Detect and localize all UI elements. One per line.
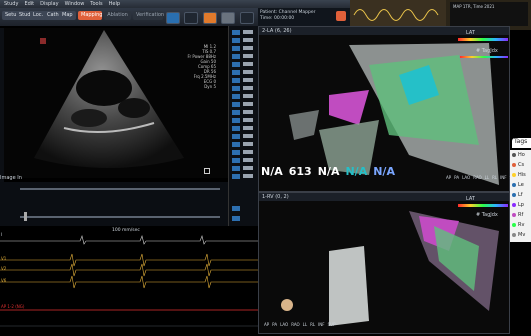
map-panel-top: 2-LA (6, 26) N/A 613 N/A N/A N/A [258, 26, 510, 192]
view-ll[interactable]: LL [485, 175, 489, 180]
tag-item[interactable]: His [510, 170, 531, 180]
value-5: N/A [373, 165, 395, 178]
menu-tools[interactable]: Tools [90, 1, 102, 7]
image-in-label: Image In [0, 175, 22, 181]
menu-display[interactable]: Display [40, 1, 58, 7]
heart-map-bottom [281, 211, 499, 326]
ecg-channel-label-3: V2 [1, 266, 7, 271]
settings-icon[interactable] [184, 12, 198, 24]
value-4: N/A [345, 165, 368, 178]
map-view-icon[interactable] [166, 12, 180, 24]
ultrasound-view: MI 1.2 TIS 0.7 Fr Power 88Hz Gain 50 Com… [4, 28, 234, 178]
menu-window[interactable]: Window [65, 1, 85, 7]
tag-item[interactable]: Rv [510, 220, 531, 230]
value-3: N/A [317, 165, 340, 178]
map-panel-bottom: 1-RV (0, 2) [258, 192, 510, 334]
tag-item[interactable]: Mv [510, 230, 531, 240]
view-sup-2[interactable]: SUP [328, 322, 336, 327]
record-icon[interactable] [203, 12, 217, 24]
view-buttons-bottom: AP PA LAO RAO LL RL INF SUP [264, 322, 336, 327]
view-lao[interactable]: LAO [462, 175, 470, 180]
ecg-channel-label-2: V1 [1, 256, 7, 261]
tags-header[interactable]: Tags [512, 138, 531, 148]
ecg-panel: 100 mm/sec I V1 V2 V6 AP 1-2 (NG) [0, 226, 258, 334]
bottom-tag-legend-label: # TagJdx [476, 212, 498, 218]
view-ll-2[interactable]: LL [303, 322, 307, 327]
ablation-button[interactable]: Ablation [104, 11, 131, 20]
ecg-bottom-label: AP 1-2 (NG) [1, 304, 25, 309]
tags-list: Ho Cs His Le Lf Lp Rf Rv Mv [510, 150, 531, 242]
ecg-channel-label-4: V6 [1, 278, 7, 283]
map-values-row: N/A 613 N/A N/A N/A [261, 165, 395, 178]
view-rao[interactable]: RAO [473, 175, 481, 180]
view-buttons-top: AP PA LAO RAO LL RL INF SUP [446, 175, 518, 180]
alert-icon[interactable] [336, 11, 346, 21]
lat-color-bar [458, 38, 508, 41]
tag-item[interactable]: Lp [510, 200, 531, 210]
mapping-button[interactable]: Mapping [78, 11, 102, 20]
view-lao-2[interactable]: LAO [280, 322, 288, 327]
menu-help[interactable]: Help [109, 1, 120, 7]
control-strip [0, 182, 228, 226]
tag-item[interactable]: Lf [510, 190, 531, 200]
ultrasound-params: MI 1.2 TIS 0.7 Fr Power 88Hz Gain 50 Com… [187, 44, 217, 89]
probe-marker-icon [40, 38, 46, 44]
tag-item[interactable]: Cs [510, 160, 531, 170]
fullscreen-icon[interactable] [204, 168, 210, 174]
orientation-heart-icon [281, 299, 293, 311]
verification-button[interactable]: Verification [133, 11, 164, 20]
ecg-traces [0, 235, 258, 327]
ecg-channel-label-1: I [1, 232, 3, 237]
view-rao-2[interactable]: RAO [291, 322, 299, 327]
tag-item[interactable]: Rf [510, 210, 531, 220]
bottom-lat-color-bar [458, 204, 508, 207]
menu-edit[interactable]: Edit [24, 1, 34, 7]
time-slider[interactable] [20, 216, 220, 218]
view-ap-2[interactable]: AP [264, 322, 269, 327]
patient-status: Patient: Channel Mapper Time: 00:00:00 [258, 8, 350, 26]
map-button[interactable]: Map [59, 11, 76, 20]
tag-legend-label: # TagJdx [476, 48, 498, 54]
view-ap[interactable]: AP [446, 175, 451, 180]
bottom-lat-legend-label: LAT [466, 196, 475, 202]
menu-study[interactable]: Study [4, 1, 18, 7]
svg-text:MAP 1TR, Time 2021: MAP 1TR, Time 2021 [453, 4, 495, 9]
time-slider-handle[interactable] [24, 212, 27, 221]
view-inf[interactable]: INF [500, 175, 506, 180]
view-pa-2[interactable]: PA [272, 322, 277, 327]
value-613: 613 [288, 165, 312, 178]
view-pa[interactable]: PA [454, 175, 459, 180]
view-inf-2[interactable]: INF [318, 322, 324, 327]
tag-item[interactable]: Le [510, 180, 531, 190]
view-rl-2[interactable]: RL [310, 322, 315, 327]
sweep-speed: 100 mm/sec [112, 228, 140, 233]
menu-bar: Study Edit Display Window Tools Help [0, 0, 350, 8]
scroll-slider[interactable] [20, 188, 220, 190]
tag-item[interactable]: Ho [510, 150, 531, 160]
view-rl[interactable]: RL [492, 175, 497, 180]
value-lat: N/A [261, 165, 283, 178]
window-icon[interactable] [240, 12, 254, 24]
lat-legend-label: LAT [466, 30, 475, 36]
display-icon[interactable] [221, 12, 235, 24]
tag-color-bar [460, 56, 508, 58]
